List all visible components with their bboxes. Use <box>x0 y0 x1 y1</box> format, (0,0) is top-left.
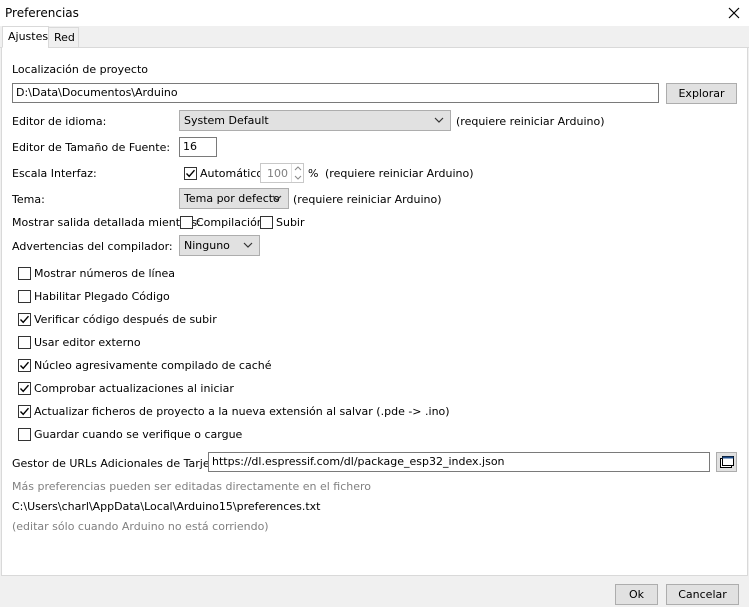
window-list-icon <box>719 456 734 468</box>
option-checkbox[interactable] <box>18 336 31 349</box>
font-size-input[interactable]: 16 <box>179 137 217 157</box>
edit-only-note: (editar sólo cuando Arduino no está corr… <box>12 520 269 533</box>
option-label: Comprobar actualizaciones al iniciar <box>34 382 234 395</box>
language-restart-note: (requiere reiniciar Arduino) <box>456 115 605 128</box>
option-label: Usar editor externo <box>34 336 141 349</box>
verbose-upload-label: Subir <box>276 216 305 229</box>
chevron-down-icon <box>434 117 444 123</box>
chevron-down-icon <box>243 242 253 248</box>
option-label: Habilitar Plegado Código <box>34 290 170 303</box>
option-label: Guardar cuando se verifique o cargue <box>34 428 243 441</box>
tab-ajustes[interactable]: Ajustes <box>2 26 49 48</box>
option-label: Actualizar ficheros de proyecto a la nue… <box>34 405 450 418</box>
interface-scale-label: Escala Interfaz: <box>12 167 97 180</box>
scale-auto-label: Automático <box>200 167 264 180</box>
scale-value: 100 <box>267 167 288 180</box>
option-checkbox[interactable] <box>18 290 31 303</box>
option-label: Núcleo agresivamente compilado de caché <box>34 359 272 372</box>
option-checkbox[interactable] <box>18 405 31 418</box>
tab-red[interactable]: Red <box>48 27 79 48</box>
theme-restart-note: (requiere reiniciar Arduino) <box>293 193 442 206</box>
option-checkbox[interactable] <box>18 382 31 395</box>
font-size-label: Editor de Tamaño de Fuente: <box>12 141 171 154</box>
scale-unit: % <box>308 167 319 180</box>
scale-auto-checkbox[interactable] <box>184 167 197 180</box>
preferences-file-path: C:\Users\charl\AppData\Local\Arduino15\p… <box>12 500 321 513</box>
board-urls-input[interactable]: https://dl.espressif.com/dl/package_esp3… <box>208 452 710 472</box>
checkmark-icon <box>19 315 30 324</box>
compiler-warnings-label: Advertencias del compilador: <box>12 240 173 253</box>
board-urls-edit-button[interactable] <box>716 452 737 472</box>
option-label: Verificar código después de subir <box>34 313 217 326</box>
window-title: Preferencias <box>5 6 79 20</box>
close-icon <box>728 7 740 19</box>
verbose-compile-label: Compilación <box>196 216 264 229</box>
more-preferences-note: Más preferencias pueden ser editadas dir… <box>12 480 371 493</box>
spin-up-icon <box>294 166 302 171</box>
close-button[interactable] <box>719 0 749 26</box>
option-checkbox[interactable] <box>18 267 31 280</box>
language-select[interactable]: System Default <box>179 110 451 131</box>
theme-select[interactable]: Tema por defecto <box>179 188 289 209</box>
option-label: Mostrar números de línea <box>34 267 176 280</box>
scale-restart-note: (requiere reiniciar Arduino) <box>325 167 474 180</box>
option-checkbox[interactable] <box>18 428 31 441</box>
checkmark-icon <box>19 384 30 393</box>
scale-spinner[interactable]: 100 <box>260 163 304 183</box>
title-bar <box>0 0 749 26</box>
verbose-upload-checkbox[interactable] <box>260 216 273 229</box>
language-select-value: System Default <box>184 114 269 127</box>
board-urls-label: Gestor de URLs Adicionales de Tarjetas: <box>12 457 231 470</box>
checkmark-icon <box>185 169 196 178</box>
browse-button[interactable]: Explorar <box>666 83 737 104</box>
sketchbook-path-input[interactable]: D:\Data\Documentos\Arduino <box>12 83 659 103</box>
spinner-arrows[interactable] <box>291 164 303 182</box>
ok-button[interactable]: Ok <box>615 584 658 605</box>
option-checkbox[interactable] <box>18 359 31 372</box>
verbose-compile-checkbox[interactable] <box>180 216 193 229</box>
theme-label: Tema: <box>12 193 45 206</box>
compiler-warnings-select[interactable]: Ninguno <box>179 235 260 256</box>
checkmark-icon <box>19 407 30 416</box>
chevron-down-icon <box>272 195 282 201</box>
checkmark-icon <box>19 361 30 370</box>
theme-select-value: Tema por defecto <box>184 192 280 205</box>
compiler-warnings-value: Ninguno <box>184 239 230 252</box>
spin-down-icon <box>294 175 302 180</box>
language-label: Editor de idioma: <box>12 115 107 128</box>
sketchbook-location-label: Localización de proyecto <box>12 63 148 76</box>
option-checkbox[interactable] <box>18 313 31 326</box>
verbose-output-label: Mostrar salida detallada mientras: <box>12 216 201 229</box>
cancel-button[interactable]: Cancelar <box>666 584 739 605</box>
